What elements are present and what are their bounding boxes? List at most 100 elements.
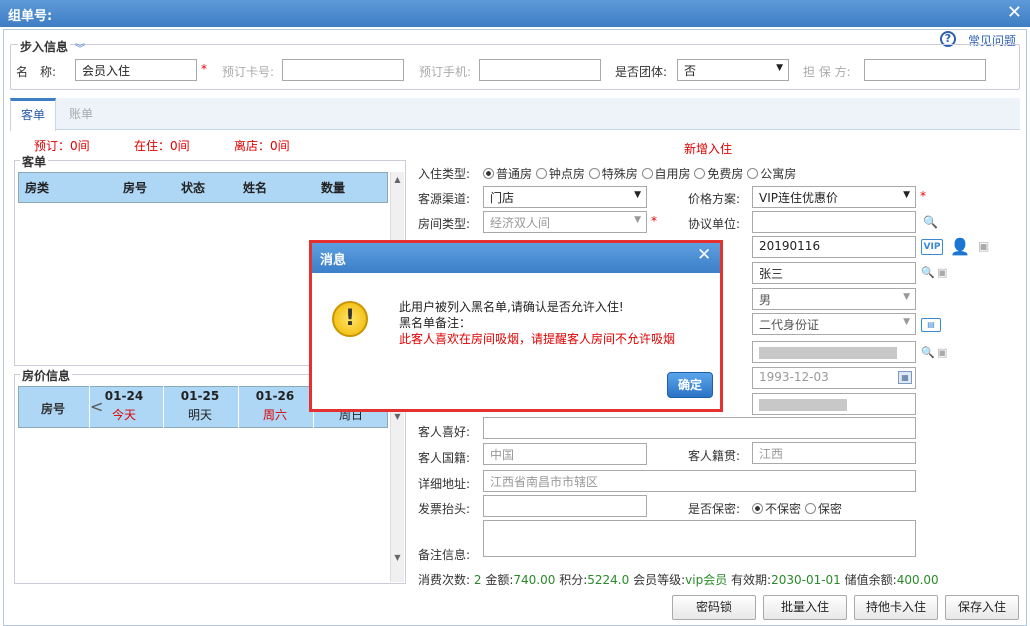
guest-list-title: 客单 (20, 153, 49, 170)
day-label: 周六 (262, 408, 287, 422)
source-label: 客源渠道: (418, 192, 471, 206)
collapse-chevron-icon[interactable]: ︾ (75, 40, 85, 55)
phone-field[interactable] (479, 59, 601, 81)
radio-apartment[interactable] (747, 168, 759, 179)
nationality-field[interactable]: 中国 (483, 443, 647, 465)
other-card-checkin-button[interactable]: 持他卡入住 (854, 595, 938, 620)
secret-radios: 不保密 保密 (752, 500, 842, 517)
remark-textarea[interactable] (483, 520, 916, 557)
price-scrollbar[interactable]: ▼ ▼ (390, 386, 404, 582)
radio-not-secret[interactable] (752, 503, 763, 514)
secret-label: 是否保密: (688, 502, 741, 516)
tab-guest[interactable]: 客单 (10, 98, 56, 131)
window-titlebar: 组单号: (0, 0, 1030, 27)
add-user-icon[interactable]: 👤 (950, 237, 970, 256)
address-label: 详细地址: (418, 477, 471, 491)
guest-name-field[interactable]: 张三 (752, 262, 916, 284)
price-col-room: 房号 (41, 402, 66, 416)
mobile-field[interactable] (752, 393, 916, 415)
radio-label: 保密 (817, 502, 842, 516)
dialog-header: 消息 (312, 243, 720, 273)
room-type-select[interactable]: 经济双人间 ▼ (483, 211, 647, 233)
guarantor-field[interactable] (864, 59, 986, 81)
dropdown-arrow-icon: ▼ (634, 190, 641, 200)
tab-bar (10, 98, 1020, 130)
name-label: 名 称: (16, 65, 57, 79)
radio-label: 公寓房 (760, 167, 797, 181)
day-date: 01-26 (255, 389, 295, 403)
dialog-close-icon[interactable]: ✕ (697, 245, 711, 265)
gender-select[interactable]: 男 ▼ (752, 288, 916, 310)
vip-icon[interactable]: VIP (921, 239, 943, 255)
card-reader-icon[interactable]: ▣ (937, 266, 947, 279)
card-reader-icon[interactable]: ▣ (978, 239, 989, 253)
radio-secret[interactable] (804, 503, 816, 514)
name-field[interactable]: 会员入住 (75, 59, 197, 81)
id-type-select[interactable]: 二代身份证 ▼ (752, 313, 916, 335)
invoice-label: 发票抬头: (418, 502, 471, 516)
amount-value: 740.00 (513, 573, 556, 587)
dropdown-arrow-icon: ▼ (903, 190, 910, 200)
calendar-icon[interactable]: ▦ (898, 371, 912, 384)
checkin-type-label: 入住类型: (418, 167, 471, 181)
day-label: 今天 (111, 408, 136, 422)
count-value: 2 (473, 573, 482, 587)
source-value: 门店 (490, 191, 515, 205)
price-plan-select[interactable]: VIP连住优惠价 ▼ (752, 186, 916, 208)
group-select[interactable]: 否 ▼ (677, 59, 789, 81)
day-date: 01-25 (180, 389, 220, 403)
invoice-field[interactable] (483, 495, 647, 517)
batch-checkin-button[interactable]: 批量入住 (763, 595, 847, 620)
ok-button[interactable]: 确定 (667, 372, 713, 398)
member-summary: 消费次数: 2 金额:740.00 积分:5224.0 会员等级:vip会员 有… (418, 571, 939, 588)
radio-label: 钟点房 (548, 167, 585, 181)
step-info-title: 步入信息 (18, 38, 71, 55)
redacted-block (759, 399, 847, 411)
window-title: 组单号: (8, 9, 53, 24)
radio-free[interactable] (694, 168, 706, 179)
blacklist-dialog: 消息 ✕ ! 此用户被列入黑名单,请确认是否允许入住! 黑名单备注： 此客人喜欢… (309, 240, 723, 412)
agreement-field[interactable] (752, 211, 916, 233)
price-panel-title: 房价信息 (20, 367, 73, 384)
member-card-field[interactable]: 20190116 (752, 236, 916, 258)
address-field[interactable]: 江西省南昌市市辖区 (483, 470, 916, 492)
source-select[interactable]: 门店 ▼ (483, 186, 647, 208)
expiry-value: 2030-01-01 (771, 573, 841, 587)
id-scan-icon[interactable]: ▤ (921, 318, 941, 332)
search-icon[interactable]: 🔍 (923, 215, 938, 229)
pref-field[interactable] (483, 417, 916, 439)
radio-hourly[interactable] (535, 168, 547, 179)
dropdown-arrow-icon: ▼ (776, 63, 783, 73)
radio-self[interactable] (641, 168, 653, 179)
dialog-message-line2: 黑名单备注： (399, 316, 472, 330)
divider (163, 386, 164, 428)
id-type-value: 二代身份证 (759, 318, 820, 332)
guest-list-header: 房类 房号 状态 姓名 数量 (18, 172, 388, 203)
day-label: 明天 (187, 408, 212, 422)
warning-icon: ! (332, 301, 368, 337)
dialog-title: 消息 (320, 253, 347, 268)
points-value: 5224.0 (587, 573, 630, 587)
save-checkin-button[interactable]: 保存入住 (945, 595, 1019, 620)
tab-bill[interactable]: 账单 (58, 98, 104, 130)
balance-value: 400.00 (896, 573, 939, 587)
price-plan-label: 价格方案: (688, 192, 741, 206)
card-reader-icon[interactable]: ▣ (937, 346, 947, 359)
search-icon[interactable]: 🔍 (921, 266, 935, 279)
id-number-field[interactable] (752, 341, 916, 363)
remark-label: 备注信息: (418, 548, 471, 562)
dropdown-arrow-icon: ▼ (903, 292, 910, 302)
birthday-field[interactable]: 1993-12-03 (752, 367, 916, 389)
password-lock-button[interactable]: 密码锁 (672, 595, 756, 620)
search-icon[interactable]: 🔍 (921, 346, 935, 359)
room-type-value: 经济双人间 (490, 216, 551, 230)
radio-special[interactable] (588, 168, 600, 179)
card-field[interactable] (282, 59, 404, 81)
radio-normal[interactable] (483, 168, 494, 179)
expiry-label: 有效期: (731, 573, 772, 587)
window-close-icon[interactable]: ✕ (1007, 2, 1022, 23)
radio-label: 免费房 (707, 167, 744, 181)
native-field[interactable]: 江西 (752, 442, 916, 464)
pref-label: 客人喜好: (418, 425, 471, 439)
dialog-message-line1: 此用户被列入黑名单,请确认是否允许入住! (399, 300, 624, 314)
